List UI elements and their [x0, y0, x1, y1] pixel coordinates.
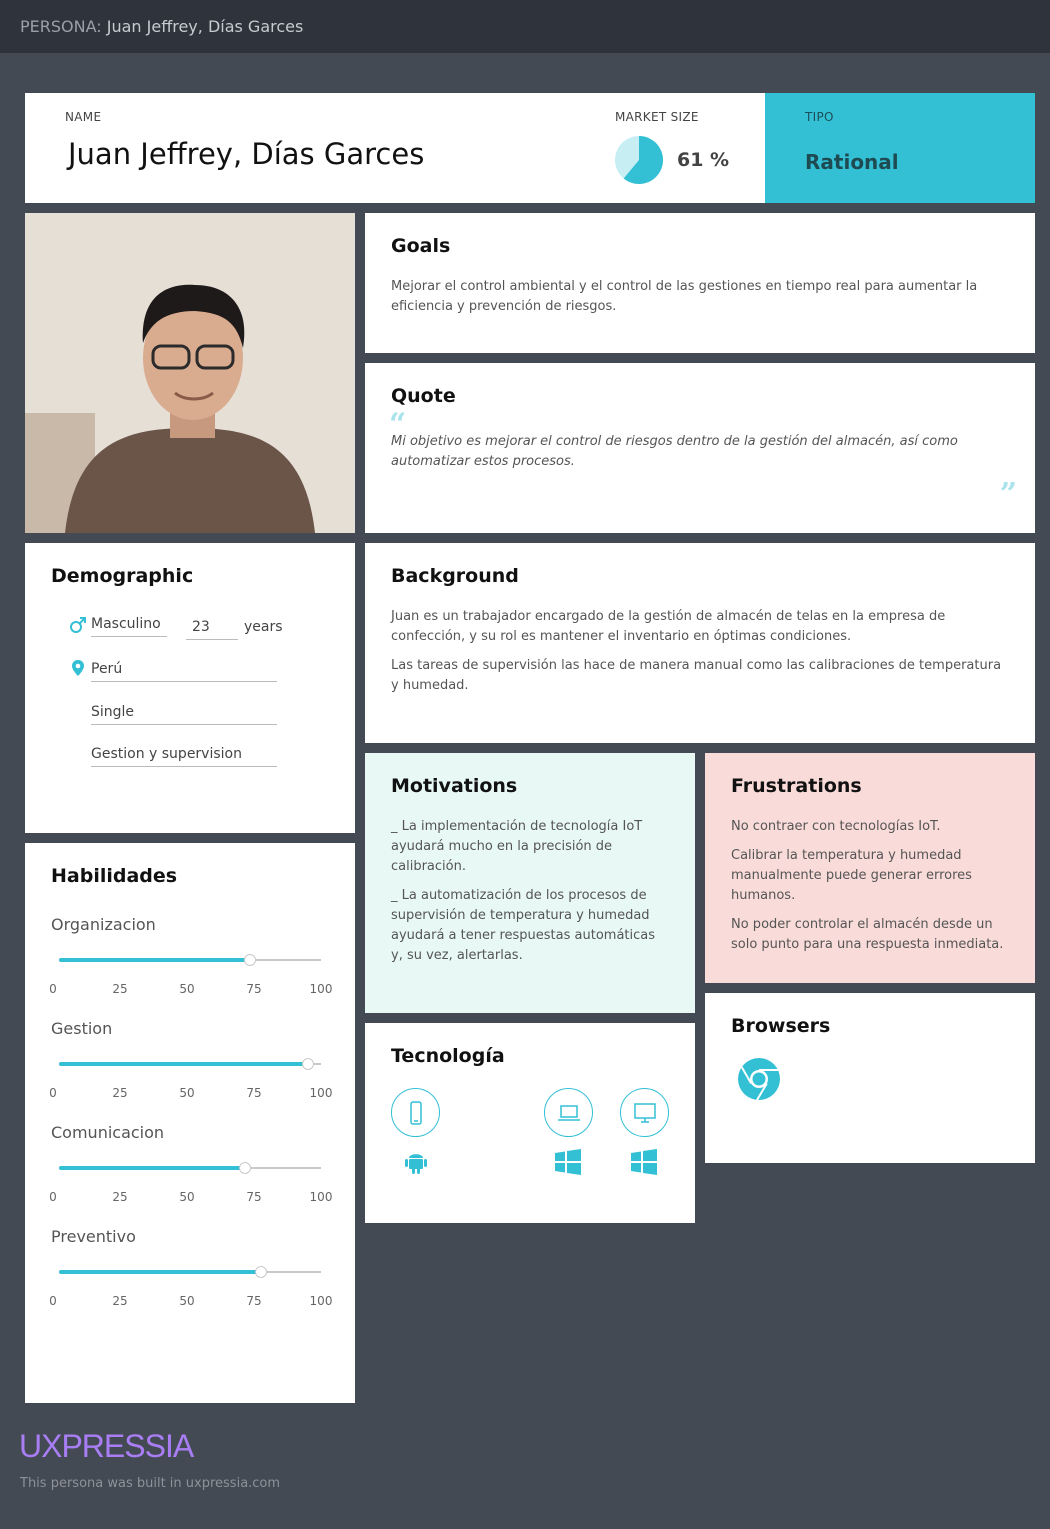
market-size-value: 61 %: [677, 149, 730, 171]
browsers-card: Browsers: [705, 993, 1035, 1163]
gender-field[interactable]: Masculino: [91, 616, 167, 637]
windows-icon: [555, 1149, 581, 1175]
skill-name: Preventivo: [51, 1227, 136, 1246]
skill-scale-tick: 100: [309, 1294, 333, 1308]
skill-slider-handle[interactable]: [254, 1266, 267, 1278]
skill-scale-tick: 0: [49, 1294, 57, 1308]
frustration-item: No contraer con tecnologías IoT.: [731, 819, 941, 834]
quote-close-icon: ”: [999, 477, 1017, 512]
skill-scale-tick: 0: [49, 1190, 57, 1204]
skill-scale-tick: 75: [246, 1294, 262, 1308]
browsers-title: Browsers: [731, 1015, 831, 1037]
habilidades-card: Habilidades Organizacion 0 25 50 75 100 Gestio…: [25, 843, 355, 1403]
location-pin-icon: [72, 660, 84, 676]
demographic-title: Demographic: [51, 565, 194, 587]
motivation-item: _ La implementación de tecnología IoT ay…: [391, 819, 643, 874]
tipo-card: TIPO Rational: [765, 93, 1035, 203]
desktop-icon: [620, 1088, 669, 1137]
persona-photo: [25, 213, 355, 533]
habilidades-title: Habilidades: [51, 865, 178, 887]
skill-slider-fill: [59, 958, 251, 962]
skill-scale-tick: 50: [179, 1086, 195, 1100]
frustrations-text: No contraer con tecnologías IoT. Calibra…: [731, 817, 1016, 964]
skill-name: Comunicacion: [51, 1123, 165, 1142]
footer-note: This persona was built in uxpressia.com: [20, 1476, 281, 1491]
uxpressia-logo[interactable]: UXPRESSIA: [19, 1428, 194, 1465]
skill-scale-tick: 75: [246, 1086, 262, 1100]
status-field[interactable]: Single: [91, 704, 277, 725]
name-label: NAME: [65, 110, 102, 124]
skill-scale-tick: 100: [309, 1190, 333, 1204]
background-paragraph: Las tareas de supervisión las hace de ma…: [391, 658, 1002, 693]
goals-title: Goals: [391, 235, 451, 257]
quote-title: Quote: [391, 385, 456, 407]
chrome-icon: [738, 1058, 780, 1101]
motivation-item: _ La automatización de los procesos de s…: [391, 888, 656, 963]
tecnologia-card: Tecnología: [365, 1023, 695, 1223]
tipo-label: TIPO: [805, 110, 834, 124]
skill-scale-tick: 100: [309, 1086, 333, 1100]
background-text: Juan es un trabajador encargado de la ge…: [391, 607, 1011, 705]
skill-scale-tick: 50: [179, 1294, 195, 1308]
demographic-card: Demographic Masculino 23 years Perú Sing…: [25, 543, 355, 833]
skill-scale-tick: 25: [112, 1190, 128, 1204]
skill-scale-tick: 75: [246, 1190, 262, 1204]
skill-slider-fill: [59, 1062, 308, 1066]
quote-text: Mi objetivo es mejorar el control de rie…: [391, 434, 958, 469]
skill-scale-tick: 0: [49, 982, 57, 996]
age-field[interactable]: 23: [186, 619, 238, 640]
laptop-icon: [544, 1088, 593, 1137]
persona-header-title: Juan Jeffrey, Días Garces: [106, 17, 304, 36]
skill-scale-tick: 75: [246, 982, 262, 996]
skill-scale-tick: 50: [179, 1190, 195, 1204]
skill-scale-tick: 0: [49, 1086, 57, 1100]
motivations-card: Motivations _ La implementación de tecno…: [365, 753, 695, 1013]
motivations-text: _ La implementación de tecnología IoT ay…: [391, 817, 666, 975]
skill-scale-tick: 25: [112, 1086, 128, 1100]
skill-scale-tick: 100: [309, 982, 333, 996]
skill-name: Organizacion: [51, 915, 156, 934]
persona-prefix: PERSONA:: [20, 17, 102, 36]
occupation-field[interactable]: Gestion y supervision: [91, 746, 277, 767]
skill-scale-tick: 25: [112, 1294, 128, 1308]
tipo-value: Rational: [805, 150, 899, 174]
skill-scale-tick: 50: [179, 982, 195, 996]
skill-slider-handle[interactable]: [244, 954, 257, 966]
name-card: NAME Juan Jeffrey, Días Garces MARKET SI…: [25, 93, 765, 203]
frustrations-title: Frustrations: [731, 775, 862, 797]
market-size-label: MARKET SIZE: [615, 110, 699, 124]
age-unit: years: [244, 619, 283, 635]
market-size-pie: [615, 136, 664, 184]
goals-text: Mejorar el control ambiental y el contro…: [391, 279, 978, 314]
avatar: [25, 213, 355, 533]
frustration-item: No poder controlar el almacén desde un s…: [731, 917, 1004, 952]
motivations-title: Motivations: [391, 775, 518, 797]
background-paragraph: Juan es un trabajador encargado de la ge…: [391, 609, 946, 644]
persona-name: Juan Jeffrey, Días Garces: [68, 137, 425, 171]
smartphone-icon: [391, 1088, 440, 1137]
skill-slider-fill: [59, 1270, 261, 1274]
skill-name: Gestion: [51, 1019, 113, 1038]
frustrations-card: Frustrations No contraer con tecnologías…: [705, 753, 1035, 983]
skill-slider-handle[interactable]: [301, 1058, 314, 1070]
frustration-item: Calibrar la temperatura y humedad manual…: [731, 848, 972, 903]
background-title: Background: [391, 565, 519, 587]
android-icon: [405, 1154, 427, 1174]
windows-icon: [631, 1149, 657, 1175]
background-card: Background Juan es un trabajador encarga…: [365, 543, 1035, 743]
skill-scale-tick: 25: [112, 982, 128, 996]
tecnologia-title: Tecnología: [391, 1045, 505, 1067]
male-icon: [70, 617, 86, 633]
goals-card: Goals Mejorar el control ambiental y el …: [365, 213, 1035, 353]
top-bar: PERSONA: Juan Jeffrey, Días Garces: [0, 0, 1050, 53]
skill-slider-handle[interactable]: [239, 1162, 252, 1174]
skill-slider-fill: [59, 1166, 246, 1170]
quote-card: Quote “ Mi objetivo es mejorar el contro…: [365, 363, 1035, 533]
location-field[interactable]: Perú: [91, 661, 277, 682]
